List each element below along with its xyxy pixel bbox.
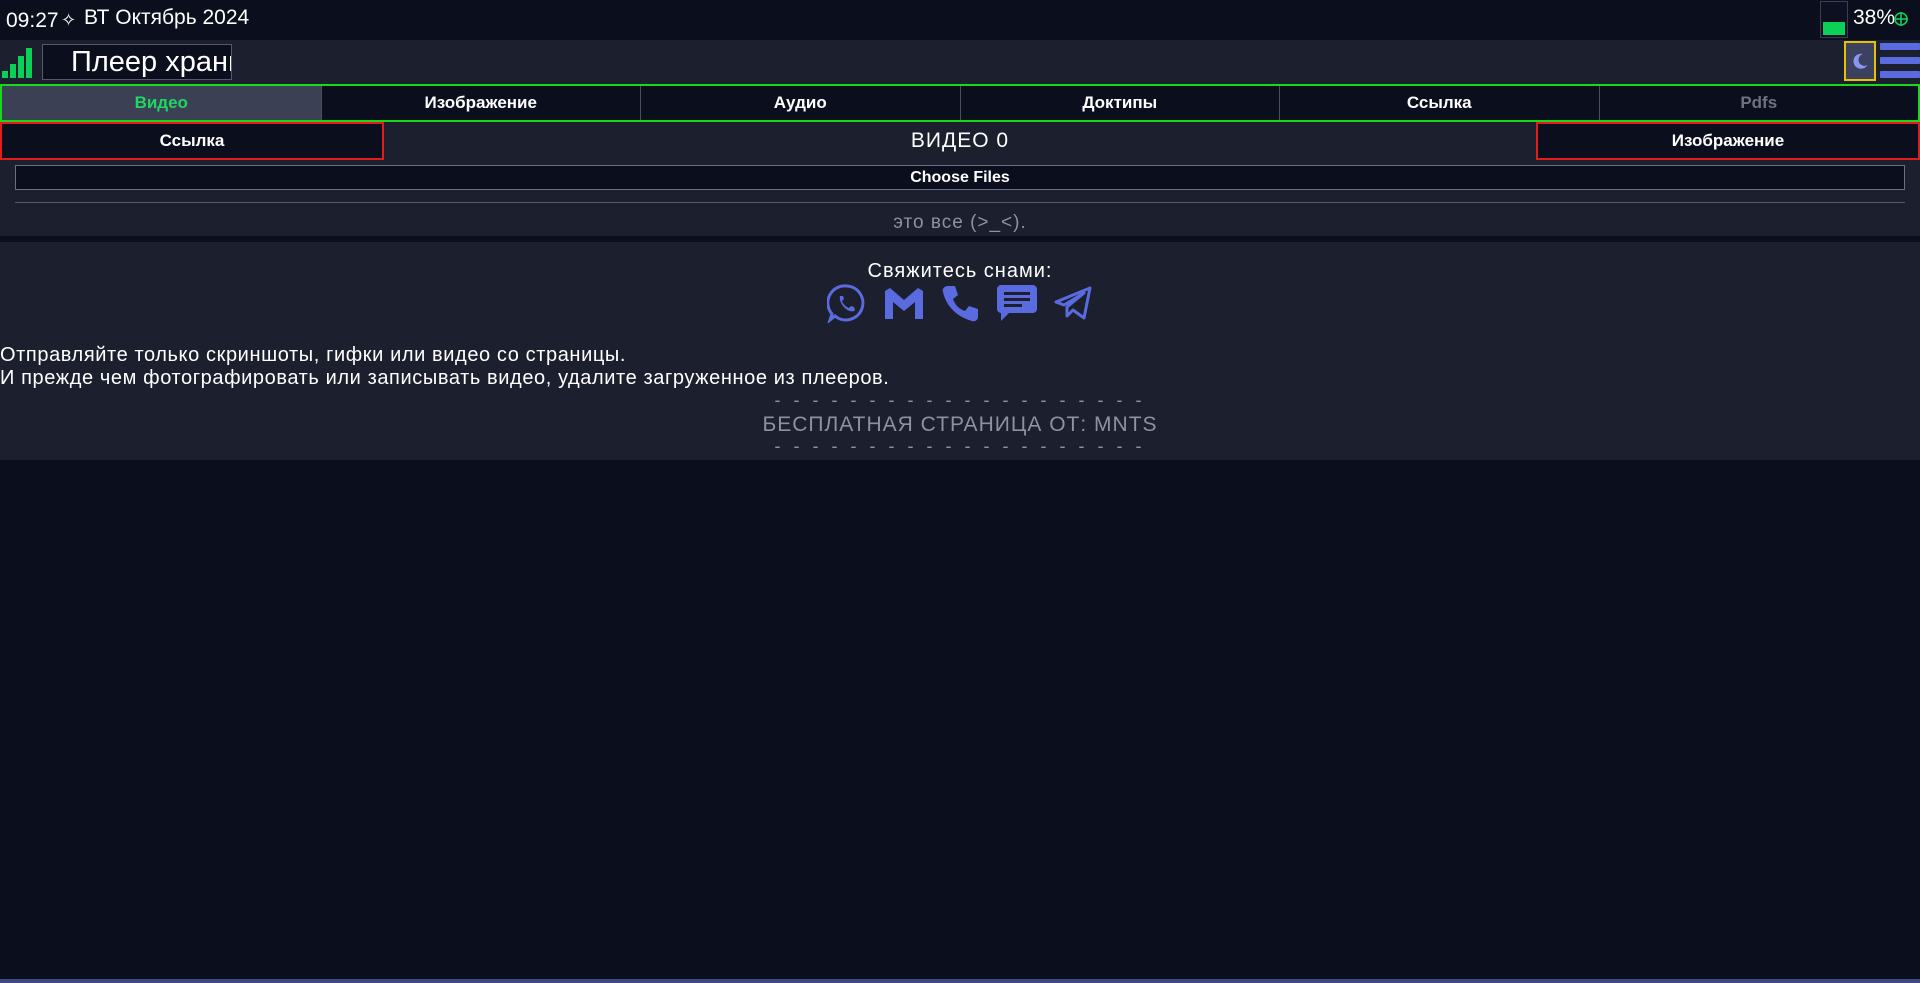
tab-doctypes[interactable]: Доктипы (960, 86, 1280, 120)
end-of-list-text: это все (>_<). (893, 212, 1027, 233)
gmail-icon[interactable] (883, 282, 925, 324)
tab-audio[interactable]: Аудио (641, 86, 961, 120)
sparkle-icon: ✧ (61, 10, 77, 30)
battery-percent: 38% (1853, 6, 1896, 29)
moon-icon (1853, 53, 1868, 69)
tab-image[interactable]: Изображение (321, 86, 641, 120)
theme-toggle-button[interactable] (1844, 41, 1876, 81)
status-bar: 09:27 ✧ ВТ Октябрь 2024 38% (0, 0, 1920, 40)
bottom-edge-line (0, 979, 1920, 983)
battery-icon (1820, 1, 1848, 38)
date-label: ВТ Октябрь 2024 (84, 6, 250, 29)
sub-navigation: Ссылка ВИДЕО 0 Изображение (0, 122, 1920, 160)
tab-link[interactable]: Ссылка (1280, 86, 1600, 120)
notice-line-2: И прежде чем фотографировать или записыв… (0, 367, 890, 389)
dash-divider-bottom: - - - - - - - - - - - - - - - - - - - - (774, 436, 1146, 456)
phone-icon[interactable] (939, 282, 981, 324)
footer: Свяжитесь снами: Отправляйте только скри… (0, 242, 1920, 460)
app-header (0, 40, 1920, 84)
tab-video[interactable]: Видео (2, 86, 322, 120)
tab-pdfs[interactable]: Pdfs (1599, 86, 1918, 120)
battery-level (1823, 22, 1845, 35)
contact-icons (826, 282, 1094, 326)
clock-time: 09:27 (6, 9, 59, 32)
divider (15, 202, 1905, 203)
main-content: Choose Files это все (>_<). (0, 160, 1920, 236)
choose-files-button[interactable]: Choose Files (15, 165, 1905, 190)
contact-title: Свяжитесь снами: (867, 260, 1053, 282)
whatsapp-icon[interactable] (826, 282, 868, 324)
notice-line-1: Отправляйте только скриншоты, гифки или … (0, 344, 627, 366)
player-title-input[interactable] (42, 44, 232, 80)
telegram-icon[interactable] (1052, 282, 1094, 324)
message-icon[interactable] (996, 282, 1038, 324)
prev-link-button[interactable]: Ссылка (0, 122, 384, 160)
charging-icon (1894, 12, 1908, 26)
brand-credit: БЕСПЛАТНАЯ СТРАНИЦА ОТ: MNTS (762, 413, 1158, 436)
dash-divider-top: - - - - - - - - - - - - - - - - - - - - (774, 390, 1146, 410)
section-title: ВИДЕО 0 (910, 129, 1010, 152)
signal-strength-icon (2, 48, 40, 78)
next-image-button[interactable]: Изображение (1536, 122, 1920, 160)
hamburger-menu-icon[interactable] (1880, 42, 1920, 80)
media-tabs: Видео Изображение Аудио Доктипы Ссылка P… (0, 84, 1920, 122)
